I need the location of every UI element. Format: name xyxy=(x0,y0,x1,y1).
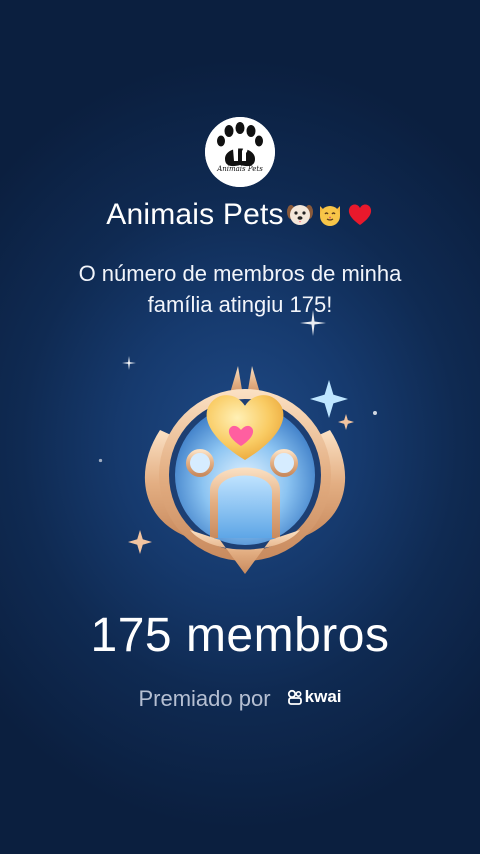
milestone-message: O número de membros de minha família ati… xyxy=(78,261,402,317)
kwai-logo-icon xyxy=(287,689,302,705)
cat-emoji-icon xyxy=(319,206,340,226)
sparkle-icon xyxy=(300,310,326,336)
awarded-by-label: Premiado por xyxy=(138,686,271,711)
awarded-by-row: Premiado por kwai xyxy=(0,686,480,712)
sparkle-icon xyxy=(373,411,377,415)
sparkle-icon xyxy=(98,458,103,463)
logo-text: Animais Pets xyxy=(217,165,263,173)
paw-logo-icon xyxy=(205,117,275,187)
group-name: Animais Pets xyxy=(106,198,284,231)
group-name-row: Animais Pets xyxy=(0,198,480,232)
dog-emoji-icon xyxy=(286,205,313,225)
kwai-brand: kwai xyxy=(287,687,342,707)
group-avatar[interactable]: Animais Pets xyxy=(205,117,275,187)
milestone-badge-icon xyxy=(144,366,346,574)
kwai-brand-text: kwai xyxy=(304,687,342,706)
red-heart-emoji-icon xyxy=(348,204,371,225)
members-count: 175 membros xyxy=(90,609,390,662)
